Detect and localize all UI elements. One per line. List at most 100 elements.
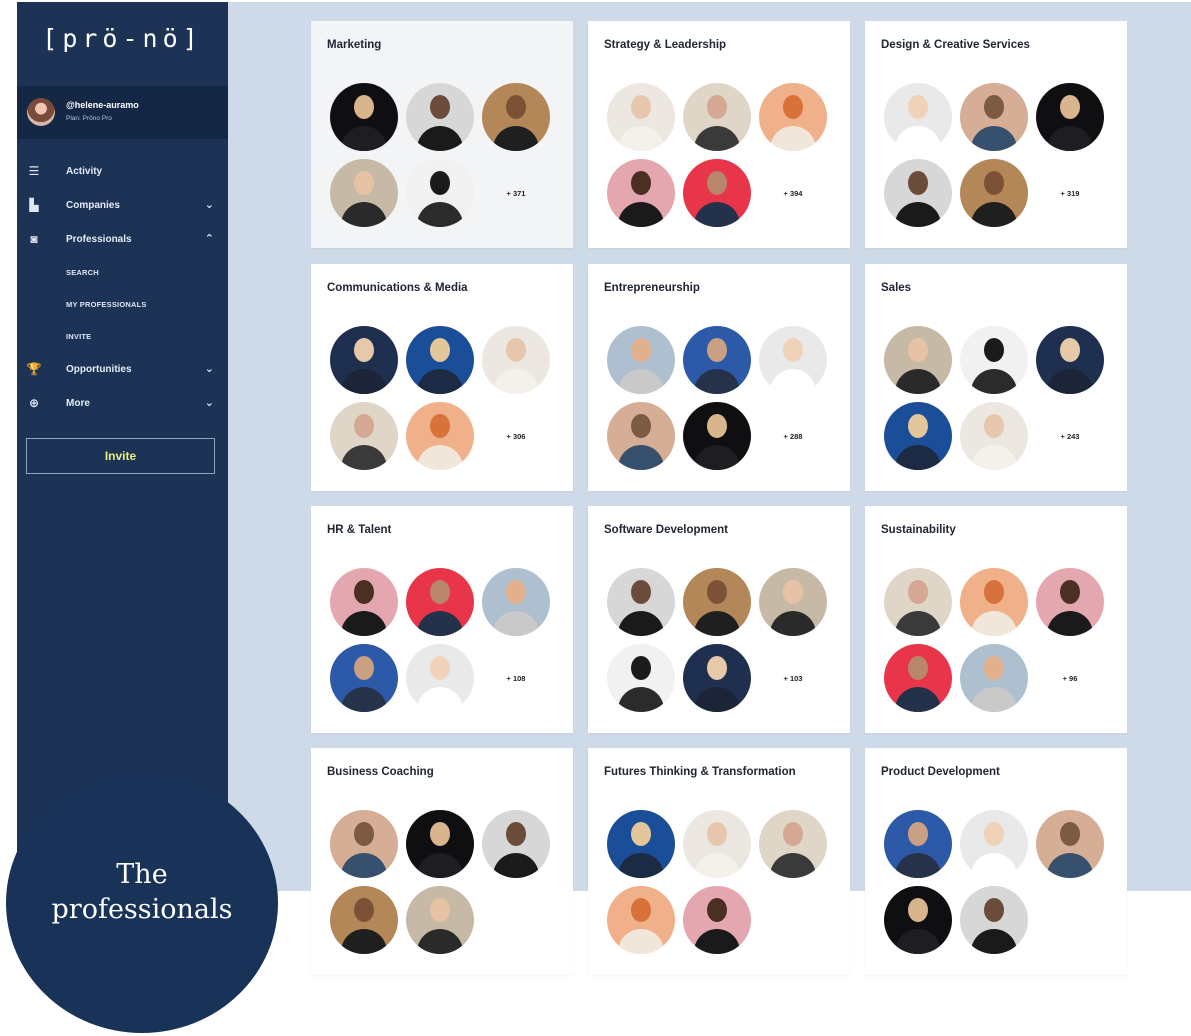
professional-avatar[interactable] [884,810,952,878]
invite-button[interactable]: Invite [26,438,215,474]
professional-avatar[interactable] [960,886,1028,954]
more-count[interactable]: + 394 [759,189,827,198]
category-card[interactable]: Strategy & Leadership + 394 [588,21,850,248]
professional-avatar[interactable] [759,568,827,636]
user-plan: Plan: Pröno Pro [66,115,112,122]
professional-avatar[interactable] [406,568,474,636]
more-count[interactable]: + 243 [1036,432,1104,441]
user-bar[interactable]: @helene-auramo Plan: Pröno Pro [17,86,228,139]
user-avatar[interactable] [27,98,55,126]
more-count[interactable]: + 288 [759,432,827,441]
professional-avatar[interactable] [1036,326,1104,394]
category-card[interactable]: Business Coaching [311,748,573,975]
professional-avatar[interactable] [759,83,827,151]
professional-avatar[interactable] [683,159,751,227]
professional-avatar[interactable] [406,644,474,712]
more-count[interactable]: + 96 [1036,674,1104,683]
professional-avatar[interactable] [330,810,398,878]
sidebar-subitem-my-professionals[interactable]: MY PROFESSIONALS [66,300,147,309]
professional-avatar[interactable] [960,326,1028,394]
sidebar-item-opportunities[interactable]: 🏆 Opportunities ⌄ [17,360,228,382]
more-count[interactable]: + 103 [759,674,827,683]
sidebar-item-professionals[interactable]: ◙ Professionals ⌃ [17,230,228,252]
professional-avatar[interactable] [884,644,952,712]
chevron-up-icon[interactable]: ⌃ [205,232,214,245]
professional-avatar[interactable] [330,326,398,394]
category-card[interactable]: Entrepreneurship + 288 [588,264,850,491]
professional-avatar[interactable] [884,402,952,470]
professional-avatar[interactable] [1036,83,1104,151]
sidebar-subitem-invite[interactable]: INVITE [66,332,91,341]
professional-avatar[interactable] [683,644,751,712]
professional-avatar[interactable] [683,568,751,636]
professional-avatar[interactable] [1036,810,1104,878]
professional-avatar[interactable] [683,886,751,954]
app-logo[interactable]: [prö-nö] [17,24,228,53]
professional-avatar[interactable] [406,159,474,227]
professional-avatar[interactable] [607,402,675,470]
category-card[interactable]: Software Development + 103 [588,506,850,733]
professional-avatar[interactable] [330,402,398,470]
professional-avatar[interactable] [960,83,1028,151]
sidebar-subitem-search[interactable]: SEARCH [66,268,99,277]
chevron-down-icon[interactable]: ⌄ [205,362,214,375]
category-card[interactable]: Product Development [865,748,1127,975]
professional-avatar[interactable] [884,83,952,151]
professional-avatar[interactable] [607,810,675,878]
professional-avatar[interactable] [482,83,550,151]
sidebar-item-more[interactable]: ⊕ More ⌄ [17,394,228,416]
professional-avatar[interactable] [884,568,952,636]
professional-avatar[interactable] [406,83,474,151]
professional-avatar[interactable] [330,83,398,151]
professionals-badge-icon: ◙ [30,232,38,246]
professional-avatar[interactable] [330,159,398,227]
professional-avatar[interactable] [1036,568,1104,636]
professional-avatar[interactable] [884,886,952,954]
professional-avatar[interactable] [330,644,398,712]
professional-avatar[interactable] [406,402,474,470]
professional-avatar[interactable] [960,810,1028,878]
sidebar-item-label: Companies [66,200,120,211]
professional-avatar[interactable] [482,326,550,394]
sidebar-item-activity[interactable]: ☰ Activity [17,162,228,184]
category-card[interactable]: Futures Thinking & Transformation [588,748,850,975]
category-card[interactable]: Design & Creative Services + 319 [865,21,1127,248]
professional-avatar[interactable] [406,326,474,394]
professional-avatar[interactable] [482,810,550,878]
professional-avatar[interactable] [482,568,550,636]
professional-avatar[interactable] [406,810,474,878]
professional-avatar[interactable] [960,644,1028,712]
category-card[interactable]: Marketing + 371 [311,21,573,248]
professional-avatar[interactable] [683,83,751,151]
chevron-down-icon[interactable]: ⌄ [205,198,214,211]
more-count[interactable]: + 306 [482,432,550,441]
professional-avatar[interactable] [406,886,474,954]
more-count[interactable]: + 319 [1036,189,1104,198]
professional-avatar[interactable] [759,810,827,878]
professional-avatar[interactable] [884,159,952,227]
professional-avatar[interactable] [960,159,1028,227]
professional-avatar[interactable] [607,644,675,712]
category-card[interactable]: Sales + 243 [865,264,1127,491]
professional-avatar[interactable] [683,810,751,878]
sidebar-item-companies[interactable]: ▙ Companies ⌄ [17,196,228,218]
professional-avatar[interactable] [683,402,751,470]
professional-avatar[interactable] [607,886,675,954]
professional-avatar[interactable] [330,886,398,954]
professional-avatar[interactable] [607,159,675,227]
chevron-down-icon[interactable]: ⌄ [205,396,214,409]
professional-avatar[interactable] [960,568,1028,636]
professional-avatar[interactable] [330,568,398,636]
professional-avatar[interactable] [683,326,751,394]
category-card[interactable]: Communications & Media + 306 [311,264,573,491]
professional-avatar[interactable] [960,402,1028,470]
professional-avatar[interactable] [607,326,675,394]
professional-avatar[interactable] [607,83,675,151]
category-card[interactable]: HR & Talent + 108 [311,506,573,733]
professional-avatar[interactable] [759,326,827,394]
more-count[interactable]: + 371 [482,189,550,198]
more-count[interactable]: + 108 [482,674,550,683]
professional-avatar[interactable] [884,326,952,394]
category-card[interactable]: Sustainability + 96 [865,506,1127,733]
professional-avatar[interactable] [607,568,675,636]
